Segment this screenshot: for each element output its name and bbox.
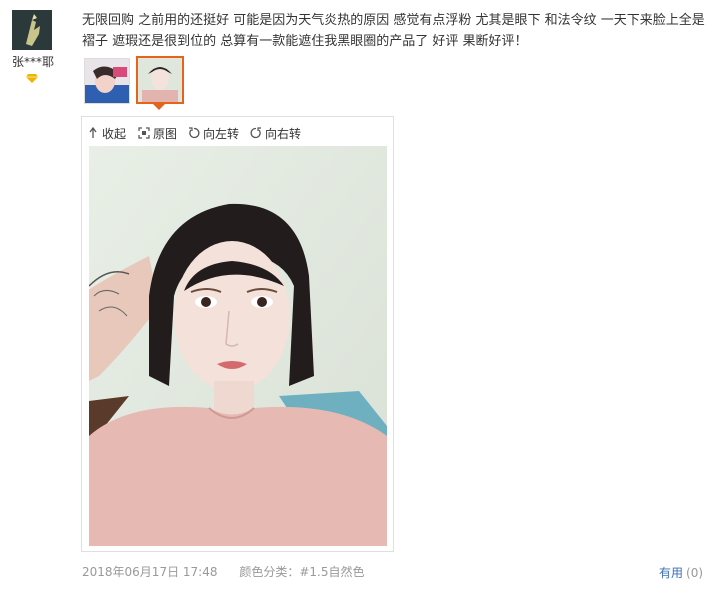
thumbnail-image: [138, 58, 182, 102]
avatar-image: [12, 10, 52, 50]
review-meta: 2018年06月17日 17:48 颜色分类：#1.5自然色: [82, 563, 364, 580]
original-label: 原图: [153, 126, 178, 141]
user-name: 张***耶: [11, 55, 54, 69]
expand-icon: [138, 127, 150, 139]
selected-thumbnail-indicator: [153, 104, 165, 110]
rotate-left-icon: [189, 127, 200, 139]
useful-button[interactable]: 有用: [659, 566, 683, 580]
user-avatar[interactable]: [12, 10, 52, 50]
collapse-label: 收起: [102, 126, 127, 141]
rotate-left-button[interactable]: 向左转: [188, 124, 239, 142]
sku-attr-label: 颜色分类：: [239, 565, 300, 579]
thumbnail-image: [85, 59, 129, 103]
collapse-button[interactable]: 收起: [88, 124, 126, 142]
rotate-right-button[interactable]: 向右转: [250, 124, 301, 142]
useful-count: (0): [686, 566, 704, 580]
vip-diamond-icon: [26, 74, 38, 83]
photo-viewer: 收起 原图 向左转 向右转: [81, 116, 394, 552]
sku-attr-value: #1.5自然色: [299, 565, 365, 579]
collapse-arrow-icon: [89, 127, 97, 138]
photo-thumbnail-1[interactable]: [84, 58, 130, 104]
review-photo-image: [89, 146, 387, 546]
view-original-button[interactable]: 原图: [138, 124, 177, 142]
review-photo[interactable]: [89, 146, 387, 546]
review-text: 无限回购 之前用的还挺好 可能是因为天气炎热的原因 感觉有点浮粉 尤其是眼下 和…: [82, 13, 705, 49]
rotate-right-icon: [250, 127, 261, 139]
rotate-left-label: 向左转: [203, 126, 240, 141]
rotate-right-label: 向右转: [265, 126, 302, 141]
useful-vote: 有用 (0): [659, 564, 703, 581]
photo-thumbnail-2[interactable]: [136, 56, 184, 104]
review-date: 2018年06月17日 17:48: [82, 565, 218, 579]
